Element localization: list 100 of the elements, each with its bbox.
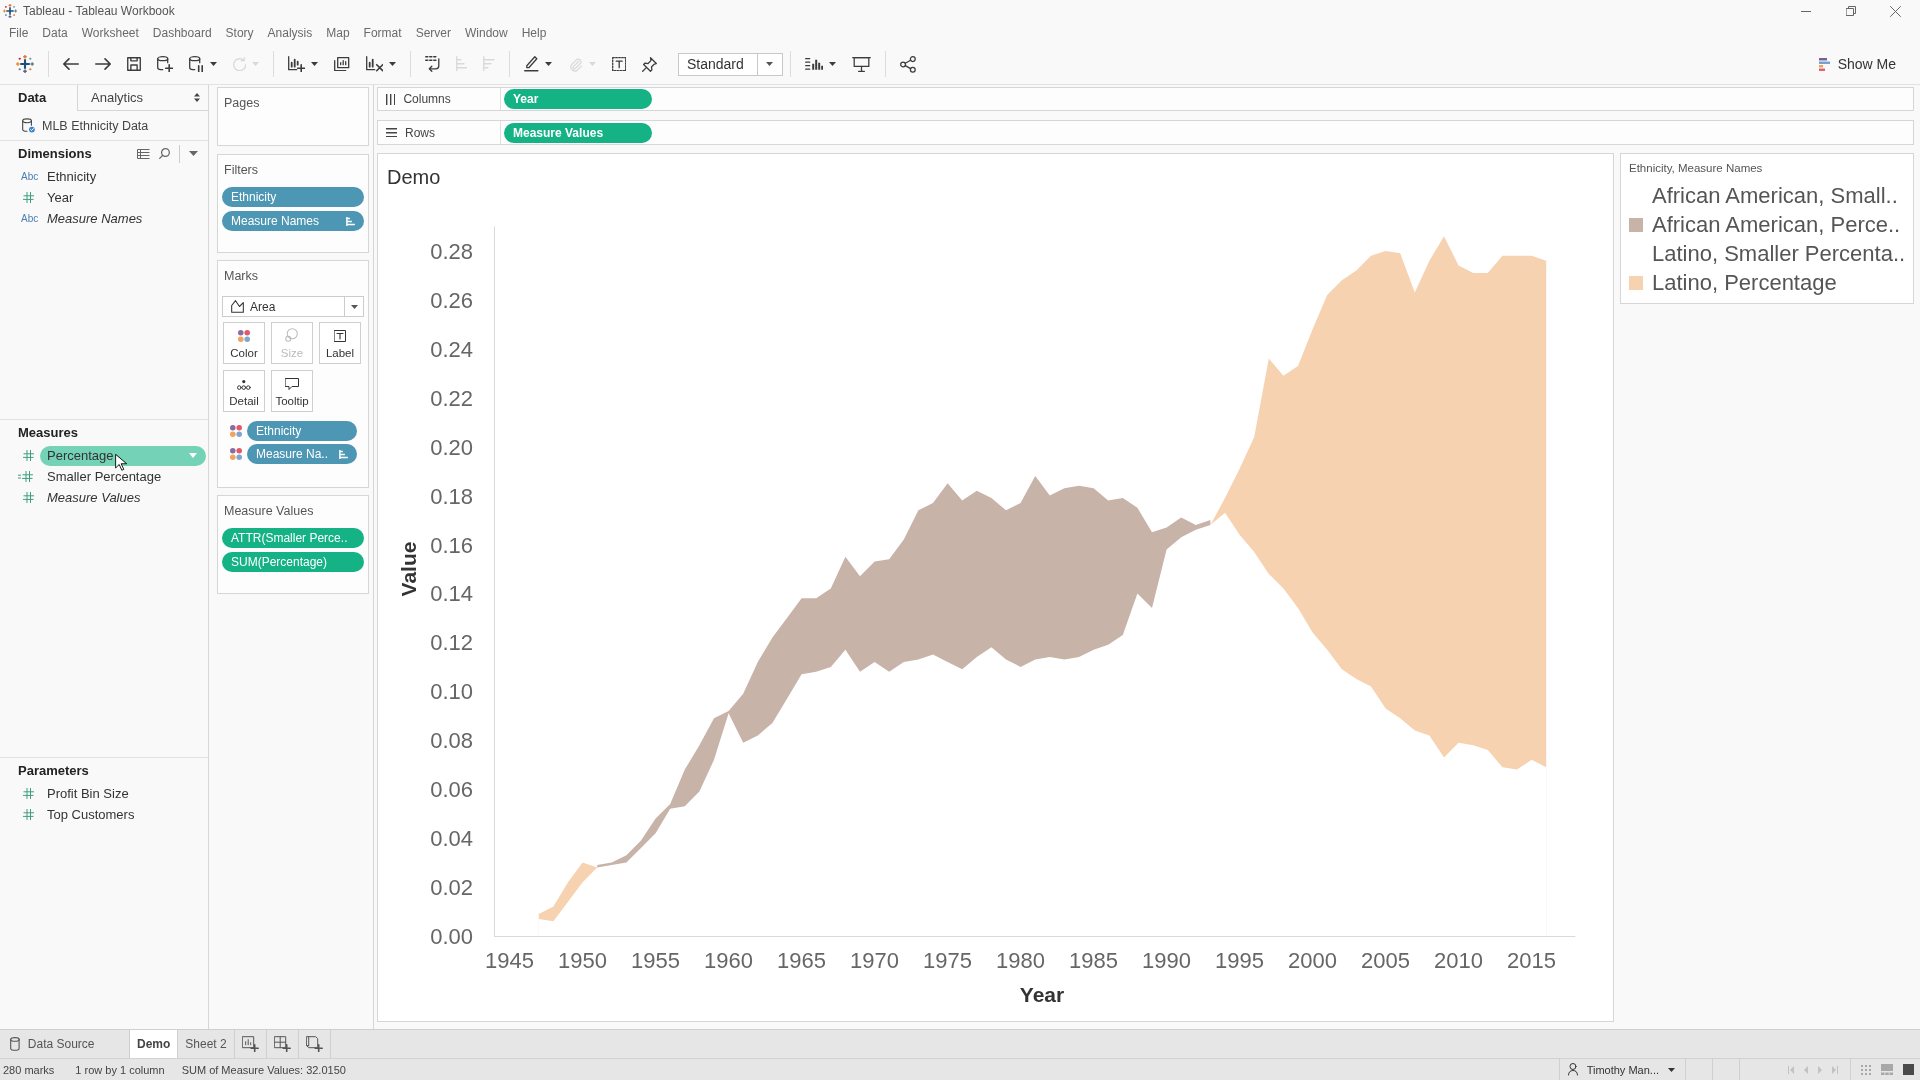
hash-icon (23, 450, 34, 461)
mark-type-dropdown[interactable]: Area (222, 296, 364, 317)
left-arrow-icon (63, 58, 79, 70)
user-menu[interactable]: Timothy Man... (1558, 1059, 1686, 1080)
section-title: Measures (18, 425, 78, 440)
card-title: Marks (223, 268, 259, 284)
caret-icon[interactable] (189, 151, 198, 156)
section-title: Parameters (18, 763, 89, 778)
database-plus-icon (157, 55, 173, 73)
field-type-label: Abc (21, 213, 39, 224)
mark-property-button[interactable]: Tooltip (271, 370, 313, 412)
mark-property-button[interactable]: Label (319, 322, 361, 364)
field-item[interactable]: Smaller Percentage (40, 466, 169, 487)
x-tick-label: 2015 (1507, 948, 1557, 973)
equals-hash-icon (18, 471, 33, 482)
restore-icon (1845, 6, 1856, 16)
x-tick-label: 2010 (1434, 948, 1484, 973)
sort-bars-icon (346, 216, 355, 226)
caret-icon (588, 62, 596, 66)
y-tick-label: 0.28 (430, 238, 473, 264)
y-tick-label: 0.12 (430, 630, 473, 656)
chart-plus-icon (287, 55, 306, 73)
hash-icon (23, 809, 34, 820)
field-item[interactable]: Measure Names (40, 208, 150, 229)
marks-count: 280 marks (3, 1063, 55, 1076)
caret-icon (389, 62, 397, 66)
up-down-arrows-icon (194, 93, 200, 102)
y-tick-label: 0.10 (430, 679, 473, 705)
y-tick-label: 0.08 (430, 728, 473, 754)
menu-item[interactable]: Server (408, 26, 458, 40)
menu-item[interactable]: Window (457, 26, 515, 40)
card-title: Filters (223, 162, 259, 178)
search-icon[interactable] (159, 148, 170, 159)
grid-lines-icon[interactable] (137, 148, 150, 159)
menu-item[interactable]: Analysis (260, 26, 320, 40)
paperclip-icon (567, 56, 583, 72)
card-bars-icon (804, 58, 824, 70)
pane-tab[interactable]: Analytics (77, 85, 208, 111)
x-tick-label: 1950 (558, 948, 608, 973)
x-tick-label: 1995 (1215, 948, 1265, 973)
y-tick-label: 0.22 (430, 385, 473, 411)
y-tick-label: 0.04 (430, 826, 473, 852)
menu-item[interactable]: Story (218, 26, 261, 40)
field-item[interactable]: Ethnicity (40, 166, 104, 187)
x-axis-title: Year (1019, 983, 1065, 1006)
y-tick-label: 0.14 (430, 581, 473, 607)
chart-title: Demo (387, 165, 441, 189)
menu-item[interactable]: File (2, 26, 36, 40)
mark-property-button[interactable]: Color (223, 322, 265, 364)
y-tick-label: 0.00 (430, 924, 473, 949)
window-title: Tableau - Tableau Workbook (23, 4, 175, 18)
field-item[interactable]: Top Customers (40, 804, 142, 825)
card-title: Pages (223, 95, 260, 111)
legend-item[interactable]: Latino, Smaller Percenta.. (1652, 240, 1906, 267)
mark-property-button[interactable]: Detail (223, 370, 265, 412)
person-icon (1567, 1063, 1578, 1076)
y-axis-title: Value (397, 541, 420, 597)
shelf-label: Rows (405, 125, 435, 140)
y-tick-label: 0.26 (430, 287, 473, 313)
legend-item[interactable]: African American, Small.. (1652, 182, 1898, 209)
field-item[interactable]: Measure Values (40, 487, 148, 508)
caret-icon (766, 62, 774, 66)
sheet-tab[interactable]: Demo (130, 1030, 179, 1058)
field-item[interactable]: Year (40, 187, 81, 208)
cross-cluster-icon (3, 4, 17, 18)
x-tick-label: 2005 (1361, 948, 1411, 973)
card-title: Measure Values (223, 503, 314, 519)
menu-item[interactable]: Help (514, 26, 554, 40)
menu-item[interactable]: Format (356, 26, 409, 40)
floppy-disk-icon (127, 57, 141, 71)
legend-item[interactable]: African American, Perce.. (1652, 211, 1901, 238)
caret-icon (350, 304, 358, 309)
pane-tab[interactable]: Data (0, 85, 77, 111)
legend-item[interactable]: Latino, Percentage (1652, 269, 1837, 296)
menu-item[interactable]: Map (319, 26, 357, 40)
text-box-icon (611, 56, 626, 72)
x-tick-label: 1965 (777, 948, 827, 973)
hash-icon (23, 492, 34, 503)
data-source-item[interactable]: MLB Ethnicity Data (22, 118, 149, 133)
x-tick-label: 1980 (996, 948, 1046, 973)
sort-ascending-icon (455, 56, 468, 72)
fit-dropdown[interactable]: Standard (677, 52, 783, 76)
text-box-icon (334, 330, 346, 342)
minimize-icon (1800, 10, 1811, 12)
database-icon (10, 1037, 20, 1051)
field-item[interactable]: Profit Bin Size (40, 783, 136, 804)
caret-icon (209, 62, 217, 66)
cross-cluster-icon (16, 55, 34, 73)
menu-item[interactable]: Worksheet (74, 26, 146, 40)
horizontal-bars-icon (1818, 57, 1830, 71)
shelf-label: Columns (403, 92, 451, 106)
dot-grid-icon[interactable] (1861, 1064, 1871, 1075)
chart-cross-icon (365, 55, 384, 73)
menu-item[interactable]: Data (35, 26, 75, 40)
x-tick-label: 1945 (485, 948, 535, 973)
x-tick-label: 1960 (704, 948, 754, 973)
show-me-button[interactable]: Show Me (1814, 49, 1900, 79)
hash-icon (23, 788, 34, 799)
measure-summary: SUM of Measure Values: 32.0150 (181, 1063, 346, 1076)
menu-item[interactable]: Dashboard (145, 26, 219, 40)
